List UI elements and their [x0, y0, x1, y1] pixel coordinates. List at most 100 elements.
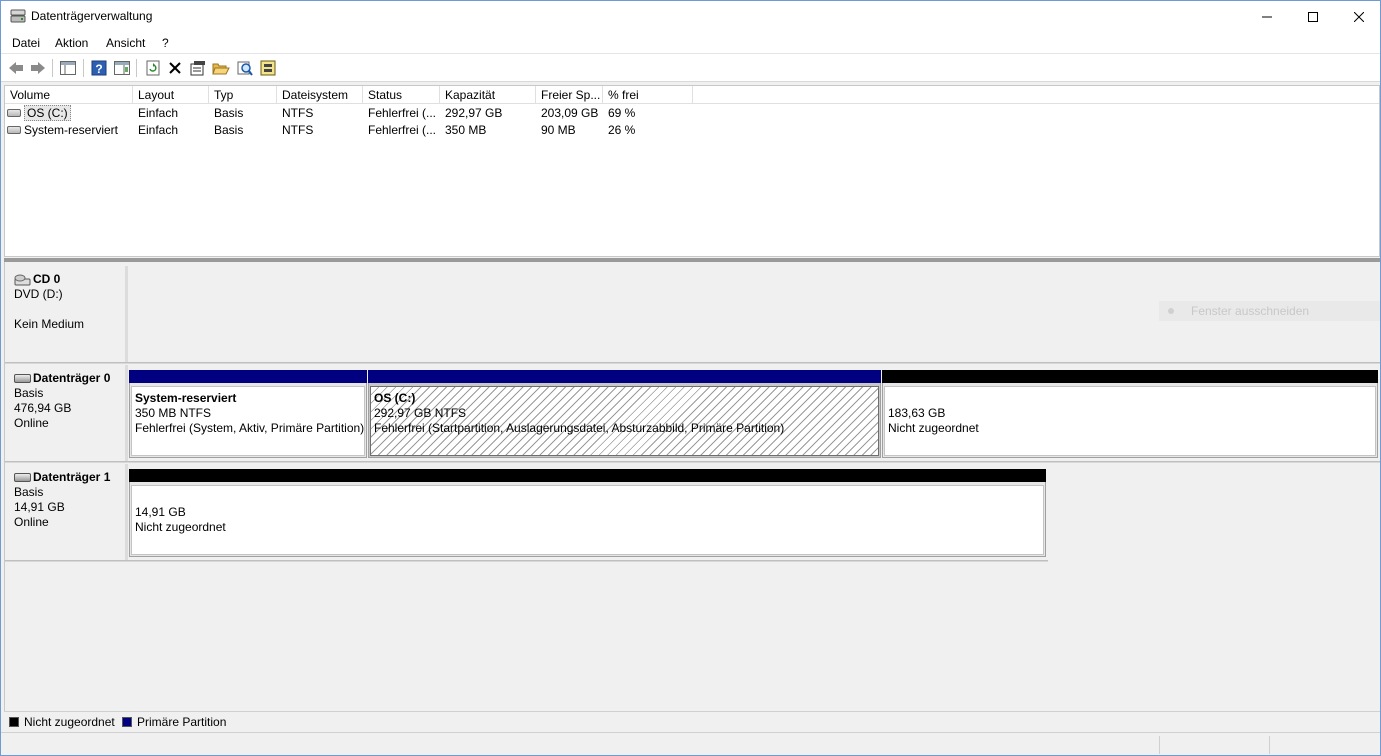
- volume-list[interactable]: Volume Layout Typ Dateisystem Status Kap…: [4, 85, 1380, 257]
- disk-management-window: Datenträgerverwaltung Datei Aktion Ansic…: [0, 0, 1381, 756]
- disk-size: [14, 302, 125, 317]
- partition-system-reserved[interactable]: System-reserviert 350 MB NTFS Fehlerfrei…: [129, 370, 367, 458]
- partition-size: 14,91 GB: [135, 505, 186, 519]
- cell-volume: System-reserviert: [5, 122, 133, 139]
- disk-type: DVD (D:): [14, 287, 63, 301]
- search-button[interactable]: [235, 58, 255, 78]
- column-header-status[interactable]: Status: [363, 86, 440, 104]
- disk-label-cd0[interactable]: CD 0 DVD (D:) Kein Medium: [6, 266, 128, 364]
- column-header-freier-speicher[interactable]: Freier Sp...: [536, 86, 603, 104]
- menu-ansicht[interactable]: Ansicht: [106, 36, 145, 50]
- cell-status: Fehlerfrei (...: [368, 106, 437, 120]
- refresh-button[interactable]: [143, 58, 163, 78]
- table-row[interactable]: OS (C:) Einfach Basis NTFS Fehlerfrei (.…: [5, 105, 1379, 122]
- cd-drive-icon: [14, 274, 31, 285]
- partition-title: OS (C:): [374, 391, 416, 405]
- disk-name: Datenträger 1: [33, 470, 111, 484]
- action-pane-button[interactable]: [112, 58, 132, 78]
- open-folder-icon: [212, 63, 230, 75]
- forward-button[interactable]: [28, 58, 48, 78]
- status-bar: [1, 732, 1380, 755]
- cell-freier-speicher: 203,09 GB: [541, 106, 599, 120]
- close-button[interactable]: [1336, 1, 1380, 32]
- partition-status: Fehlerfrei (System, Aktiv, Primäre Parti…: [135, 421, 365, 435]
- cell-freier-speicher: 90 MB: [541, 123, 576, 137]
- column-header-prozent-frei[interactable]: % frei: [603, 86, 693, 104]
- partition-bar-primary: [368, 370, 881, 383]
- menu-bar: Datei Aktion Ansicht ?: [1, 32, 1380, 54]
- help-icon: ?: [91, 60, 107, 76]
- window-title: Datenträgerverwaltung: [31, 9, 153, 23]
- menu-aktion[interactable]: Aktion: [55, 36, 88, 50]
- svg-text:?: ?: [95, 62, 102, 76]
- partition-title: System-reserviert: [135, 391, 237, 405]
- legend-swatch-primary: [122, 717, 132, 727]
- delete-button[interactable]: [165, 58, 185, 78]
- table-row[interactable]: System-reserviert Einfach Basis NTFS Feh…: [5, 122, 1379, 139]
- maximize-button[interactable]: [1290, 1, 1336, 32]
- cell-dateisystem: NTFS: [282, 123, 314, 137]
- properties-icon: [190, 61, 205, 76]
- search-icon: [237, 61, 253, 76]
- console-tree-button[interactable]: [58, 58, 78, 78]
- partition-bar-unallocated: [129, 469, 1046, 482]
- cell-kapazitaet: 292,97 GB: [445, 106, 503, 120]
- disk-size: 14,91 GB: [14, 500, 65, 514]
- partition-status: Nicht zugeordnet: [135, 520, 226, 534]
- partition-bar-primary: [129, 370, 367, 383]
- drive-icon: [7, 125, 21, 134]
- rescan-button[interactable]: [258, 58, 278, 78]
- disk-label-disk0[interactable]: Datenträger 0 Basis 476,94 GB Online: [6, 365, 128, 461]
- delete-icon: [169, 62, 181, 74]
- drive-icon: [7, 108, 21, 117]
- cell-dateisystem: NTFS: [282, 106, 314, 120]
- menu-datei[interactable]: Datei: [12, 36, 40, 50]
- refresh-icon: [146, 60, 160, 76]
- legend: Nicht zugeordnet Primäre Partition: [4, 711, 1380, 731]
- column-header-typ[interactable]: Typ: [209, 86, 277, 104]
- minimize-button[interactable]: [1244, 1, 1290, 32]
- volume-list-header: Volume Layout Typ Dateisystem Status Kap…: [5, 86, 1379, 104]
- partition-bar-unallocated: [882, 370, 1378, 383]
- open-folder-button[interactable]: [211, 58, 231, 78]
- legend-label-primary: Primäre Partition: [137, 715, 227, 729]
- partition-unallocated[interactable]: 14,91 GB Nicht zugeordnet: [129, 469, 1046, 557]
- properties-button[interactable]: [188, 58, 208, 78]
- back-arrow-icon: [9, 62, 23, 74]
- disk-management-app-icon: [10, 9, 26, 23]
- partition-unallocated[interactable]: 183,63 GB Nicht zugeordnet: [882, 370, 1378, 458]
- ghost-tooltip: Fenster ausschneiden: [1159, 301, 1380, 321]
- disk-name: Datenträger 0: [33, 371, 111, 385]
- cell-prozent-frei: 26 %: [608, 123, 636, 137]
- cell-layout: Einfach: [138, 123, 179, 137]
- console-tree-icon: [60, 61, 76, 75]
- toolbar: ?: [1, 54, 1380, 82]
- rescan-icon: [260, 60, 276, 76]
- legend-label-unallocated: Nicht zugeordnet: [24, 715, 115, 729]
- partition-os-c[interactable]: OS (C:) 292,97 GB NTFS Fehlerfrei (Start…: [368, 370, 881, 458]
- help-button[interactable]: ?: [89, 58, 109, 78]
- cell-status: Fehlerfrei (...: [368, 123, 437, 137]
- disk-type: Basis: [14, 485, 44, 499]
- cell-volume: OS (C:): [5, 105, 133, 122]
- menu-help[interactable]: ?: [162, 36, 169, 50]
- disk-label-disk1[interactable]: Datenträger 1 Basis 14,91 GB Online: [6, 464, 128, 560]
- column-header-dateisystem[interactable]: Dateisystem: [277, 86, 363, 104]
- partition-size: 350 MB NTFS: [135, 406, 212, 420]
- cell-prozent-frei: 69 %: [608, 106, 636, 120]
- disk-graphical-view: CD 0 DVD (D:) Kein Medium Fenster aussch…: [4, 262, 1380, 711]
- column-header-volume[interactable]: Volume: [5, 86, 133, 104]
- action-pane-icon: [114, 61, 130, 75]
- column-header-layout[interactable]: Layout: [133, 86, 209, 104]
- partition-size: 292,97 GB NTFS: [374, 406, 467, 420]
- partition-size: 183,63 GB: [888, 406, 946, 420]
- close-icon: [1354, 11, 1364, 22]
- back-button[interactable]: [6, 58, 26, 78]
- cell-typ: Basis: [214, 106, 244, 120]
- legend-swatch-unallocated: [9, 717, 19, 727]
- title-bar: Datenträgerverwaltung: [1, 1, 1380, 32]
- cell-typ: Basis: [214, 123, 244, 137]
- column-header-kapazitaet[interactable]: Kapazität: [440, 86, 536, 104]
- cell-layout: Einfach: [138, 106, 179, 120]
- disk-type: Basis: [14, 386, 44, 400]
